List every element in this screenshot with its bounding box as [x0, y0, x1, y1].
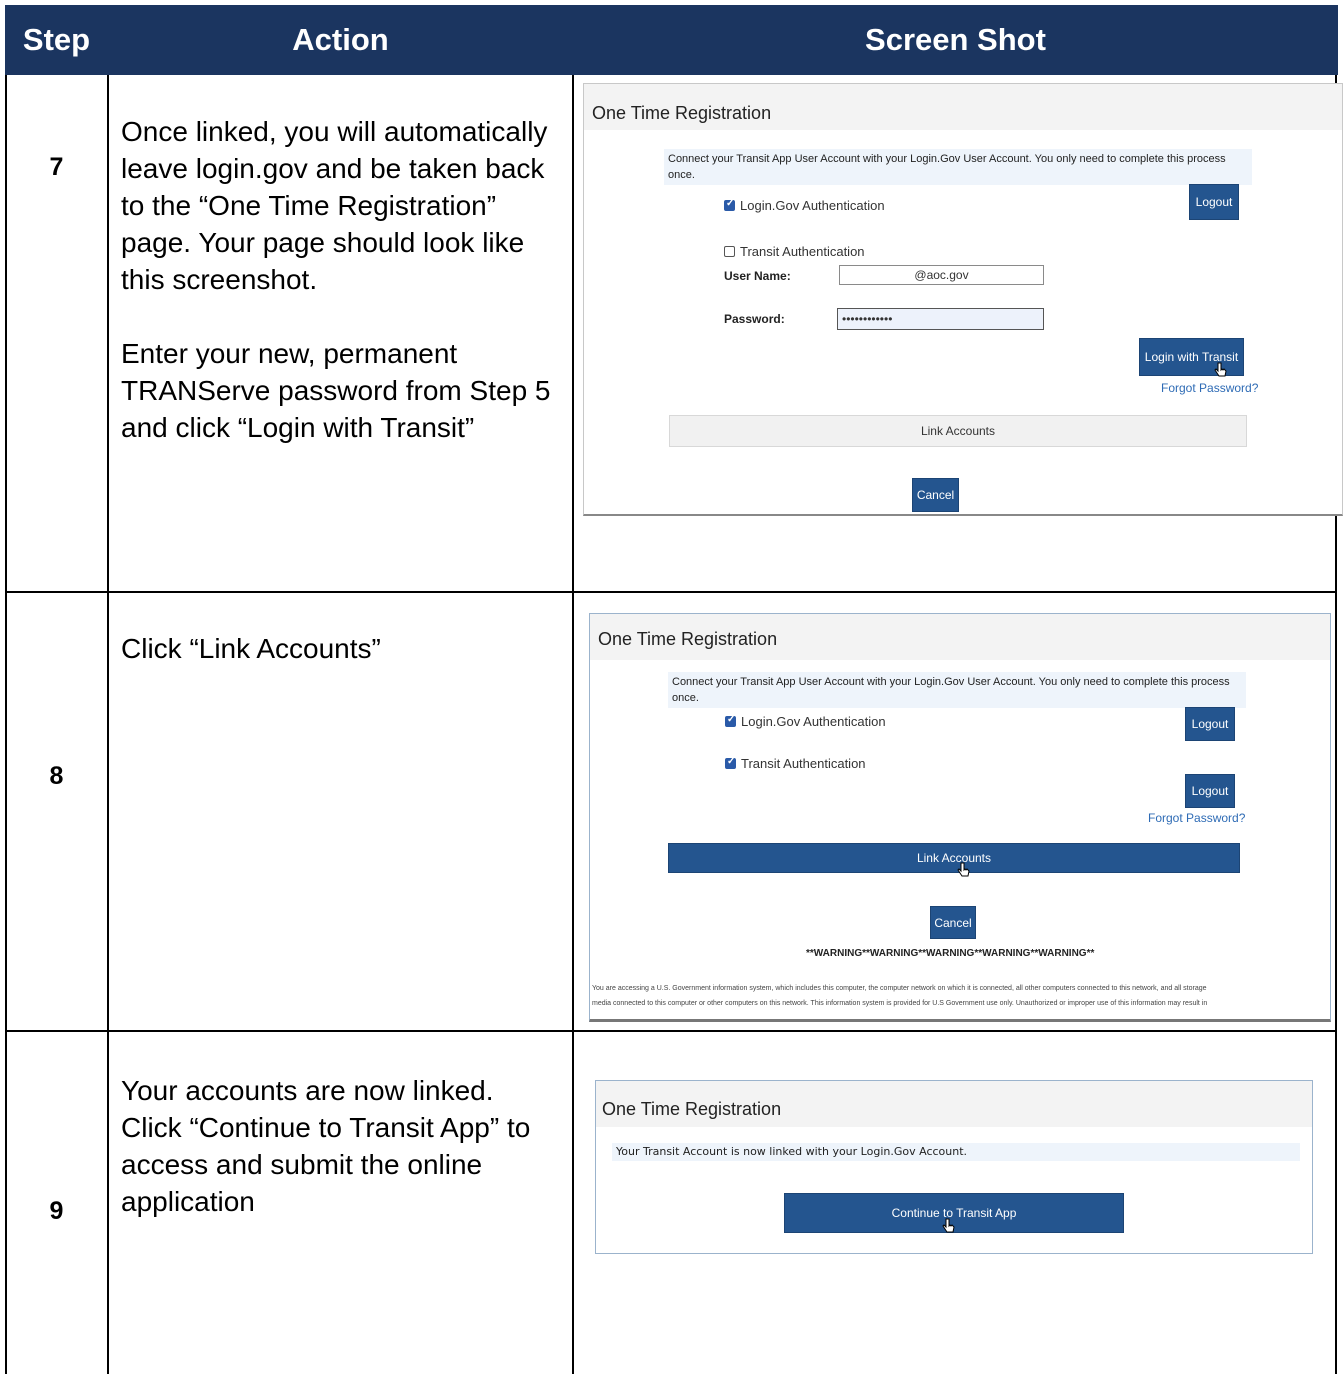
warning-banner: **WARNING**WARNING**WARNING**WARNING**WA… [806, 948, 1095, 959]
legal-notice-line: You are accessing a U.S. Government info… [592, 985, 1207, 992]
user-name-label: User Name: [724, 269, 791, 283]
link-accounts-button[interactable]: Link Accounts [668, 843, 1240, 873]
table-divider [107, 75, 109, 1374]
row-divider [5, 591, 1337, 593]
table-divider [572, 75, 574, 1374]
hand-cursor-icon [957, 862, 970, 877]
legal-notice-line: media connected to this computer or othe… [592, 1000, 1208, 1007]
logout-button[interactable]: Logout [1185, 707, 1235, 741]
forgot-password-link[interactable]: Forgot Password? [1161, 381, 1258, 395]
header-action: Action [108, 5, 573, 75]
transit-auth-row[interactable]: Transit Authentication [725, 756, 866, 771]
action-paragraph: Click “Link Accounts” [121, 633, 381, 664]
step-number: 7 [49, 153, 64, 181]
instruction-table: Step Action Screen Shot 7 Once linked, y… [5, 5, 1343, 1374]
intro-text: Connect your Transit App User Account wi… [664, 149, 1252, 185]
checkbox-unchecked-icon[interactable] [724, 246, 735, 257]
step-action: Your accounts are now linked. Click “Con… [121, 1072, 561, 1220]
step-number: 8 [49, 762, 64, 790]
action-paragraph: Once linked, you will automatically leav… [121, 116, 548, 295]
forgot-password-link[interactable]: Forgot Password? [1148, 811, 1245, 825]
checkbox-checked-icon[interactable] [725, 756, 736, 769]
page-title: One Time Registration [596, 1081, 1312, 1127]
transit-auth-label: Transit Authentication [741, 756, 866, 771]
login-gov-auth-label: Login.Gov Authentication [740, 198, 885, 213]
intro-text: Connect your Transit App User Account wi… [668, 672, 1246, 708]
transit-auth-label: Transit Authentication [740, 244, 865, 259]
checkbox-checked-icon[interactable] [724, 198, 735, 211]
login-gov-auth-row[interactable]: Login.Gov Authentication [725, 714, 886, 729]
logout-button[interactable]: Logout [1185, 774, 1235, 808]
linked-message: Your Transit Account is now linked with … [612, 1143, 1300, 1161]
cancel-button[interactable]: Cancel [930, 906, 976, 939]
action-paragraph: Enter your new, permanent TRANServe pass… [121, 338, 551, 443]
hand-cursor-icon [942, 1218, 955, 1233]
login-gov-auth-label: Login.Gov Authentication [741, 714, 886, 729]
page-title: One Time Registration [590, 614, 1330, 660]
logout-button[interactable]: Logout [1189, 184, 1239, 220]
login-with-transit-button[interactable]: Login with Transit [1139, 338, 1244, 376]
screenshot-one-time-registration: One Time Registration Connect your Trans… [589, 613, 1331, 1022]
link-accounts-button[interactable]: Link Accounts [669, 415, 1247, 447]
transit-auth-row[interactable]: Transit Authentication [724, 244, 865, 259]
cancel-button[interactable]: Cancel [912, 478, 959, 512]
row-divider [5, 1030, 1337, 1032]
step-number: 9 [49, 1197, 64, 1225]
checkbox-checked-icon[interactable] [725, 714, 736, 727]
step-action: Click “Link Accounts” [121, 630, 561, 667]
user-name-input[interactable]: @aoc.gov [839, 265, 1044, 285]
page-title: One Time Registration [584, 84, 1342, 130]
action-paragraph: Your accounts are now linked. Click “Con… [121, 1075, 531, 1217]
header-screenshot: Screen Shot [573, 5, 1338, 75]
screenshot-accounts-linked: One Time Registration Your Transit Accou… [595, 1080, 1313, 1254]
login-gov-auth-row[interactable]: Login.Gov Authentication [724, 198, 885, 213]
password-label: Password: [724, 312, 785, 326]
screenshot-one-time-registration: One Time Registration Connect your Trans… [583, 83, 1343, 516]
password-input[interactable]: •••••••••••• [837, 308, 1044, 330]
hand-cursor-icon [1214, 362, 1227, 377]
table-border-left [5, 75, 7, 1374]
step-action: Once linked, you will automatically leav… [121, 113, 561, 446]
header-step: Step [5, 5, 108, 75]
